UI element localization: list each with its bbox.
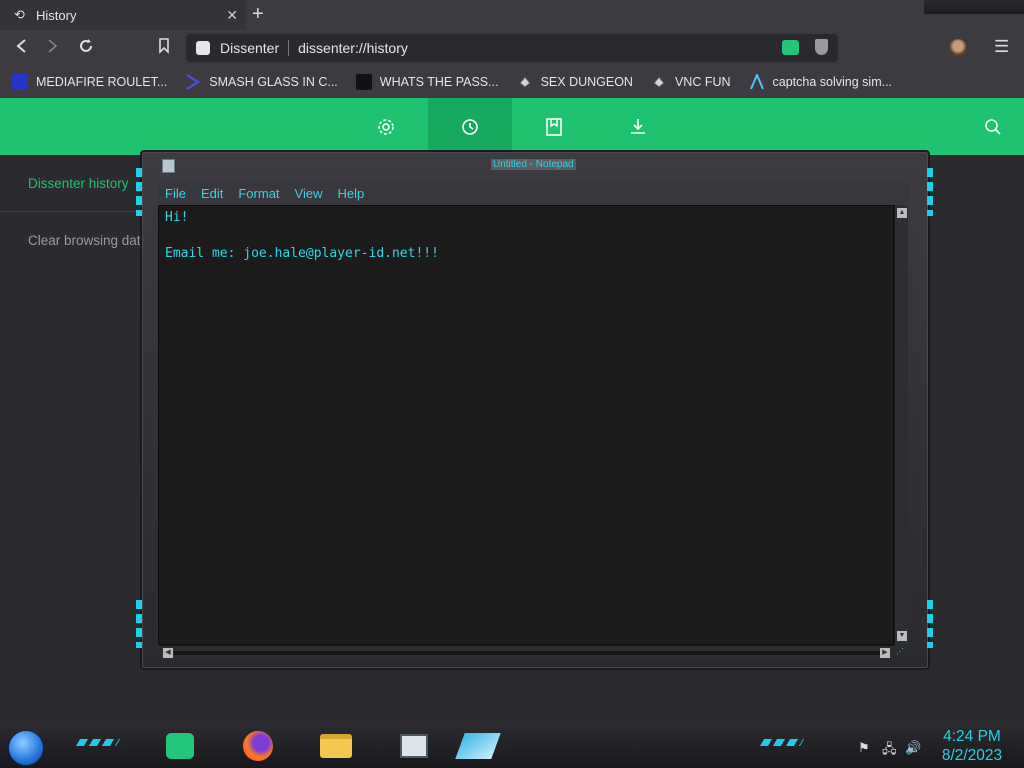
- bookmark-item[interactable]: SMASH GLASS IN C...: [185, 73, 338, 91]
- menu-icon[interactable]: ☰: [994, 37, 1009, 57]
- flag-icon[interactable]: ⚑: [858, 740, 870, 756]
- volume-icon[interactable]: 🔊: [905, 740, 921, 756]
- a-logo-icon: [749, 72, 765, 90]
- lock-icon: [355, 74, 372, 90]
- resize-grip-icon[interactable]: ⋰: [896, 647, 908, 659]
- mediafire-icon: [12, 74, 28, 90]
- bookmark-icon: [546, 117, 562, 136]
- download-icon: [631, 118, 645, 134]
- folder-icon: [320, 734, 352, 758]
- search-button[interactable]: [951, 98, 1024, 155]
- taskbar-app-firefox[interactable]: [240, 729, 276, 763]
- search-icon: [985, 118, 1001, 135]
- gear-icon: [378, 118, 394, 135]
- notepad-content[interactable]: Hi! Email me: joe.hale@player-id.net!!!: [165, 209, 439, 263]
- reload-icon[interactable]: [78, 38, 94, 59]
- start-button[interactable]: [8, 730, 44, 766]
- notepad-text-area[interactable]: [158, 205, 894, 645]
- history-icon: [462, 118, 478, 135]
- app-header: [0, 98, 1024, 155]
- network-icon[interactable]: 🖧: [882, 740, 897, 762]
- taskbar-clock[interactable]: 4:24 PM 8/2/2023: [936, 727, 1008, 765]
- menu-file[interactable]: File: [165, 186, 186, 201]
- shield-icon[interactable]: [815, 39, 828, 55]
- site-icon: [196, 41, 210, 55]
- tab-title: History: [36, 7, 77, 23]
- forward-icon[interactable]: [46, 38, 60, 59]
- back-icon[interactable]: [14, 38, 28, 59]
- bookmark-item[interactable]: captcha solving sim...: [749, 72, 892, 90]
- pixel-icon: [651, 74, 667, 90]
- browser-toolbar: Dissenter dissenter://history ☰: [0, 30, 1024, 66]
- horizontal-scrollbar[interactable]: ◀ ▶: [160, 645, 894, 659]
- window-decoration: [924, 0, 1024, 14]
- firefox-icon: [243, 731, 273, 761]
- downloads-nav-button[interactable]: [596, 98, 680, 155]
- clock-time: 4:24 PM: [943, 728, 1001, 745]
- notepad-title: Untitled - Notepad: [491, 159, 576, 170]
- bookmarks-bar: MEDIAFIRE ROULET... SMASH GLASS IN C... …: [0, 66, 1024, 98]
- browser-tab[interactable]: ⟲ History ✕: [0, 0, 246, 30]
- scroll-right-icon[interactable]: ▶: [880, 648, 890, 658]
- menu-help[interactable]: Help: [337, 186, 364, 201]
- taskbar: [0, 724, 1024, 768]
- close-tab-icon[interactable]: ✕: [226, 7, 238, 24]
- site-name: Dissenter: [220, 40, 280, 56]
- taskbar-app-dissenter[interactable]: [162, 729, 198, 763]
- clock-date: 8/2/2023: [941, 747, 1003, 764]
- scroll-up-icon[interactable]: ▲: [897, 208, 907, 218]
- taskbar-app-remote[interactable]: [455, 729, 501, 763]
- scroll-left-icon[interactable]: ◀: [163, 648, 173, 658]
- dissenter-icon: [166, 733, 194, 759]
- avatar[interactable]: [949, 39, 967, 57]
- sidebar-item-history[interactable]: Dissenter history: [28, 176, 129, 191]
- notepad-icon: [162, 159, 175, 173]
- settings-nav-button[interactable]: [344, 98, 428, 155]
- notepad-app-icon: [400, 734, 428, 758]
- bookmark-item[interactable]: SEX DUNGEON: [517, 74, 633, 90]
- scroll-down-icon[interactable]: ▼: [897, 631, 907, 641]
- url-text: dissenter://history: [298, 40, 408, 56]
- vertical-scrollbar[interactable]: ▲ ▼: [894, 205, 908, 645]
- pixel-icon: [517, 74, 533, 90]
- menu-format[interactable]: Format: [238, 186, 279, 201]
- bookmarks-nav-button[interactable]: [512, 98, 596, 155]
- taskbar-app-notepad[interactable]: [396, 729, 432, 763]
- notepad-menubar: File Edit Format View Help: [158, 182, 910, 204]
- chevron-icon: [185, 73, 201, 91]
- history-icon: ⟲: [14, 7, 25, 22]
- bookmark-item[interactable]: MEDIAFIRE ROULET...: [12, 74, 167, 90]
- taskbar-app-explorer[interactable]: [318, 729, 354, 763]
- bookmark-item[interactable]: WHATS THE PASS...: [355, 74, 499, 90]
- dissenter-extension-icon[interactable]: [782, 39, 799, 55]
- tab-strip: ⟲ History ✕ +: [0, 0, 1024, 30]
- sidebar-item-clear-data[interactable]: Clear browsing dat: [28, 233, 141, 248]
- menu-edit[interactable]: Edit: [201, 186, 223, 201]
- menu-view[interactable]: View: [295, 186, 323, 201]
- address-bar[interactable]: Dissenter dissenter://history: [186, 34, 838, 62]
- bookmark-page-icon[interactable]: [158, 38, 170, 59]
- new-tab-button[interactable]: +: [252, 3, 264, 26]
- bookmark-item[interactable]: VNC FUN: [651, 74, 731, 90]
- history-nav-button[interactable]: [428, 98, 512, 155]
- remote-desktop-icon: [455, 733, 501, 759]
